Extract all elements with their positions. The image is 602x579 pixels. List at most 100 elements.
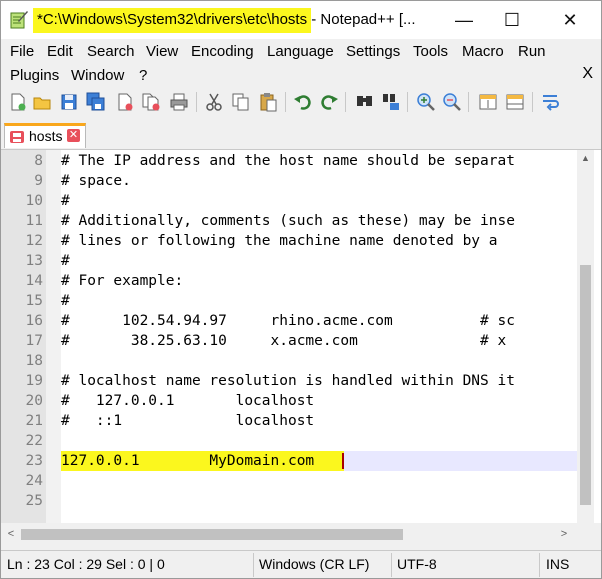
menu-plugins[interactable]: Plugins: [10, 67, 59, 84]
line-text: # 102.54.94.97 rhino.acme.com # sc: [61, 313, 515, 329]
code-line[interactable]: [61, 351, 577, 371]
find-icon[interactable]: [355, 92, 375, 112]
word-wrap-icon[interactable]: [541, 92, 561, 112]
cursor-position: Ln : 23 Col : 29 Sel : 0 | 0: [7, 556, 165, 572]
code-line[interactable]: # space.: [61, 171, 577, 191]
current-line[interactable]: 127.0.0.1 MyDomain.com: [61, 451, 577, 471]
minimize-button[interactable]: —: [441, 1, 487, 39]
app-name: - Notepad++ [...: [307, 11, 416, 28]
maximize-button[interactable]: ☐: [489, 1, 535, 39]
toolbar-separator: [285, 92, 286, 112]
code-line[interactable]: # lines or following the machine name de…: [61, 231, 577, 251]
code-line[interactable]: [61, 491, 577, 511]
menu-language[interactable]: Language: [267, 43, 334, 60]
code-line[interactable]: # 127.0.0.1 localhost: [61, 391, 577, 411]
line-number: 20: [25, 393, 43, 409]
code-line[interactable]: # 38.25.63.10 x.acme.com # x: [61, 331, 577, 351]
close-icon[interactable]: [115, 92, 135, 112]
tab-hosts[interactable]: hosts ✕: [4, 123, 86, 148]
menu-run[interactable]: Run: [518, 43, 546, 60]
line-text: # ::1 localhost: [61, 413, 315, 429]
line-number: 24: [25, 473, 43, 489]
menu-window[interactable]: Window: [71, 67, 124, 84]
vertical-scroll-thumb[interactable]: [580, 265, 591, 505]
horizontal-scroll-thumb[interactable]: [21, 529, 403, 540]
status-bar: Ln : 23 Col : 29 Sel : 0 | 0 Windows (CR…: [1, 550, 601, 578]
menu-macro[interactable]: Macro: [462, 43, 504, 60]
menu-tools[interactable]: Tools: [413, 43, 448, 60]
menu-edit[interactable]: Edit: [47, 43, 73, 60]
line-ending[interactable]: Windows (CR LF): [259, 556, 369, 572]
sync-horizontal-icon[interactable]: [505, 92, 525, 112]
scrollbar-corner: [594, 523, 601, 545]
code-line[interactable]: #: [61, 191, 577, 211]
code-line[interactable]: # The IP address and the host name shoul…: [61, 151, 577, 171]
copy-icon[interactable]: [231, 92, 251, 112]
text-cursor: [342, 453, 344, 469]
menu-view[interactable]: View: [146, 43, 178, 60]
line-number: 10: [25, 193, 43, 209]
code-line[interactable]: [61, 471, 577, 491]
code-line[interactable]: # For example:: [61, 271, 577, 291]
cut-icon[interactable]: [204, 92, 224, 112]
toolbar-separator: [407, 92, 408, 112]
new-file-icon[interactable]: [8, 92, 28, 112]
menu-search[interactable]: Search: [87, 43, 135, 60]
code-line[interactable]: # ::1 localhost: [61, 411, 577, 431]
line-number: 8: [34, 153, 43, 169]
notepad-plus-plus-icon: [10, 11, 28, 29]
close-window-button[interactable]: ✕: [547, 1, 593, 39]
close-all-icon[interactable]: [141, 92, 161, 112]
horizontal-scrollbar[interactable]: < >: [1, 523, 594, 545]
fold-margin[interactable]: [46, 150, 61, 523]
line-text: # Additionally, comments (such as these)…: [61, 213, 515, 229]
save-all-icon[interactable]: [86, 92, 106, 112]
undo-icon[interactable]: [293, 92, 313, 112]
line-text: # 38.25.63.10 x.acme.com # x: [61, 333, 515, 349]
menu-bar: File Edit Search View Encoding Language …: [1, 39, 601, 87]
scroll-left-arrow[interactable]: <: [5, 528, 17, 540]
toolbar-separator: [345, 92, 346, 112]
line-number: 16: [25, 313, 43, 329]
tab-bar: hosts ✕: [1, 119, 601, 150]
open-file-icon[interactable]: [32, 92, 52, 112]
code-line[interactable]: #: [61, 291, 577, 311]
code-line[interactable]: # Additionally, comments (such as these)…: [61, 211, 577, 231]
print-icon[interactable]: [169, 92, 189, 112]
scroll-up-arrow[interactable]: ▲: [580, 153, 591, 164]
code-line[interactable]: # localhost name resolution is handled w…: [61, 371, 577, 391]
code-line[interactable]: #: [61, 251, 577, 271]
file-encoding[interactable]: UTF-8: [397, 556, 437, 572]
scroll-right-arrow[interactable]: >: [558, 528, 570, 540]
line-number: 19: [25, 373, 43, 389]
menu-file[interactable]: File: [10, 43, 34, 60]
save-icon[interactable]: [59, 92, 79, 112]
line-text: # space.: [61, 173, 131, 189]
line-text: # For example:: [61, 273, 184, 289]
code-line[interactable]: [61, 431, 577, 451]
code-line[interactable]: # 102.54.94.97 rhino.acme.com # sc: [61, 311, 577, 331]
title-bar[interactable]: *C:\Windows\System32\drivers\etc\hosts -…: [1, 1, 601, 39]
zoom-out-icon[interactable]: [442, 92, 462, 112]
paste-icon[interactable]: [258, 92, 278, 112]
line-text: # 127.0.0.1 localhost: [61, 393, 315, 409]
toolbar-separator: [468, 92, 469, 112]
line-number: 23: [25, 453, 43, 469]
menu-help[interactable]: ?: [139, 67, 147, 84]
text-area[interactable]: # The IP address and the host name shoul…: [61, 150, 577, 523]
vertical-scrollbar[interactable]: ▲: [577, 150, 594, 523]
redo-icon[interactable]: [319, 92, 339, 112]
sync-vertical-icon[interactable]: [478, 92, 498, 112]
close-document-button[interactable]: X: [582, 65, 593, 83]
replace-icon[interactable]: [381, 92, 401, 112]
editor[interactable]: 8 9 10 11 12 13 14 15 16 17 18 19 20 21 22 23 24 25 # The …: [1, 150, 601, 523]
line-text: # localhost name resolution is handled w…: [61, 373, 515, 389]
menu-encoding[interactable]: Encoding: [191, 43, 254, 60]
tab-label: hosts: [29, 128, 63, 144]
zoom-in-icon[interactable]: [416, 92, 436, 112]
tab-close-icon[interactable]: ✕: [67, 129, 80, 142]
insert-mode[interactable]: INS: [546, 556, 569, 572]
line-number: 11: [25, 213, 43, 229]
line-number: 17: [25, 333, 43, 349]
menu-settings[interactable]: Settings: [346, 43, 400, 60]
